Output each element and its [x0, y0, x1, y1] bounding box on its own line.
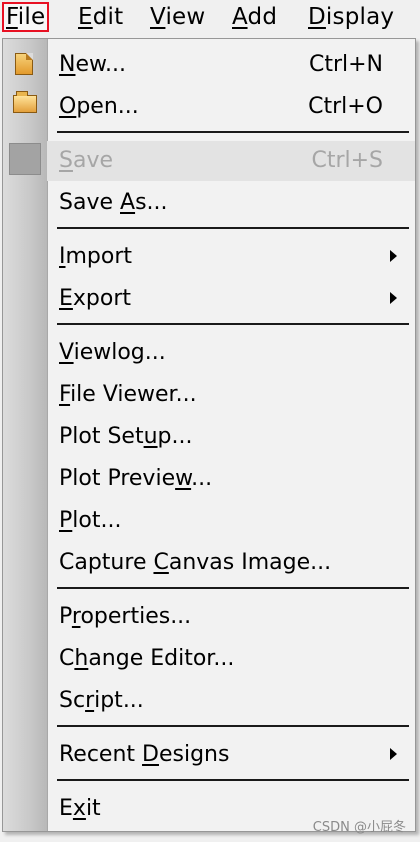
menu-item-new-label: New...: [59, 52, 126, 77]
menu-item-open-label: Open...: [59, 94, 139, 119]
menu-add[interactable]: Add: [230, 2, 279, 32]
file-dropdown-menu: New... Ctrl+N Open... Ctrl+O Save Ctrl+S…: [2, 38, 416, 832]
menu-separator: [57, 323, 409, 325]
menu-display-mnemonic: D: [308, 4, 326, 30]
submenu-arrow-icon: [390, 748, 397, 760]
menu-bar: File Edit View Add Display: [0, 0, 420, 36]
menu-item-save-label: Save: [59, 148, 114, 173]
menu-item-exit-label: Exit: [59, 796, 101, 821]
menu-item-new-shortcut: Ctrl+N: [308, 52, 383, 77]
menu-item-plot-preview-label: Plot Preview...: [59, 466, 213, 491]
menu-item-change-editor-label: Change Editor...: [59, 646, 235, 671]
submenu-arrow-icon: [390, 250, 397, 262]
menu-display[interactable]: Display: [306, 2, 396, 32]
menu-item-plot-setup-label: Plot Setup...: [59, 424, 193, 449]
menu-view-label: iew: [165, 4, 206, 30]
menu-display-label: isplay: [325, 4, 395, 30]
menu-view-mnemonic: V: [150, 4, 166, 30]
menu-item-open[interactable]: Open... Ctrl+O: [47, 87, 415, 127]
menu-item-properties[interactable]: Properties...: [47, 597, 415, 637]
menu-separator: [57, 587, 409, 589]
menu-item-properties-label: Properties...: [59, 604, 192, 629]
menu-item-save-shortcut: Ctrl+S: [311, 148, 383, 173]
menu-item-plot-label: Plot...: [59, 508, 122, 533]
menu-add-mnemonic: A: [232, 4, 248, 30]
menu-edit-label: dit: [92, 4, 124, 30]
menu-separator: [57, 779, 409, 781]
menu-separator: [57, 227, 409, 229]
menu-item-export-label: Export: [59, 286, 132, 311]
menu-item-import[interactable]: Import: [47, 237, 415, 277]
menu-file-label: ile: [17, 4, 46, 30]
menu-separator: [57, 725, 409, 727]
menu-item-plot[interactable]: Plot...: [47, 501, 415, 541]
menu-item-plot-setup[interactable]: Plot Setup...: [47, 417, 415, 457]
menu-item-file-viewer[interactable]: File Viewer...: [47, 375, 415, 415]
menu-item-recent-designs[interactable]: Recent Designs: [47, 735, 415, 775]
menu-item-save-as[interactable]: Save As...: [47, 183, 415, 223]
menu-item-save-as-label: Save As...: [59, 190, 168, 215]
menu-item-capture-canvas-label: Capture Canvas Image...: [59, 550, 332, 575]
menu-item-script[interactable]: Script...: [47, 681, 415, 721]
menu-item-recent-designs-label: Recent Designs: [59, 742, 230, 767]
menu-add-label: dd: [247, 4, 278, 30]
menu-separator: [57, 131, 409, 133]
menu-file[interactable]: File: [2, 2, 50, 32]
menu-item-plot-preview[interactable]: Plot Preview...: [47, 459, 415, 499]
menu-edit[interactable]: Edit: [76, 2, 125, 32]
menu-item-import-label: Import: [59, 244, 133, 269]
menu-item-change-editor[interactable]: Change Editor...: [47, 639, 415, 679]
save-icon: [9, 143, 41, 175]
menu-item-file-viewer-label: File Viewer...: [59, 382, 197, 407]
menu-file-mnemonic: F: [6, 4, 18, 30]
menu-item-export[interactable]: Export: [47, 279, 415, 319]
menu-item-open-shortcut: Ctrl+O: [308, 94, 383, 119]
menu-item-capture-canvas-image[interactable]: Capture Canvas Image...: [47, 543, 415, 583]
menu-item-save: Save Ctrl+S: [47, 141, 415, 181]
menu-edit-mnemonic: E: [78, 4, 93, 30]
menu-view[interactable]: View: [148, 2, 207, 32]
menu-item-viewlog-label: Viewlog...: [59, 340, 166, 365]
menu-item-viewlog[interactable]: Viewlog...: [47, 333, 415, 373]
open-folder-icon: [13, 91, 37, 113]
new-file-icon: [15, 53, 33, 75]
menu-item-new[interactable]: New... Ctrl+N: [47, 45, 415, 85]
menu-item-script-label: Script...: [59, 688, 144, 713]
submenu-arrow-icon: [390, 292, 397, 304]
watermark: CSDN @小屁冬: [312, 820, 406, 835]
